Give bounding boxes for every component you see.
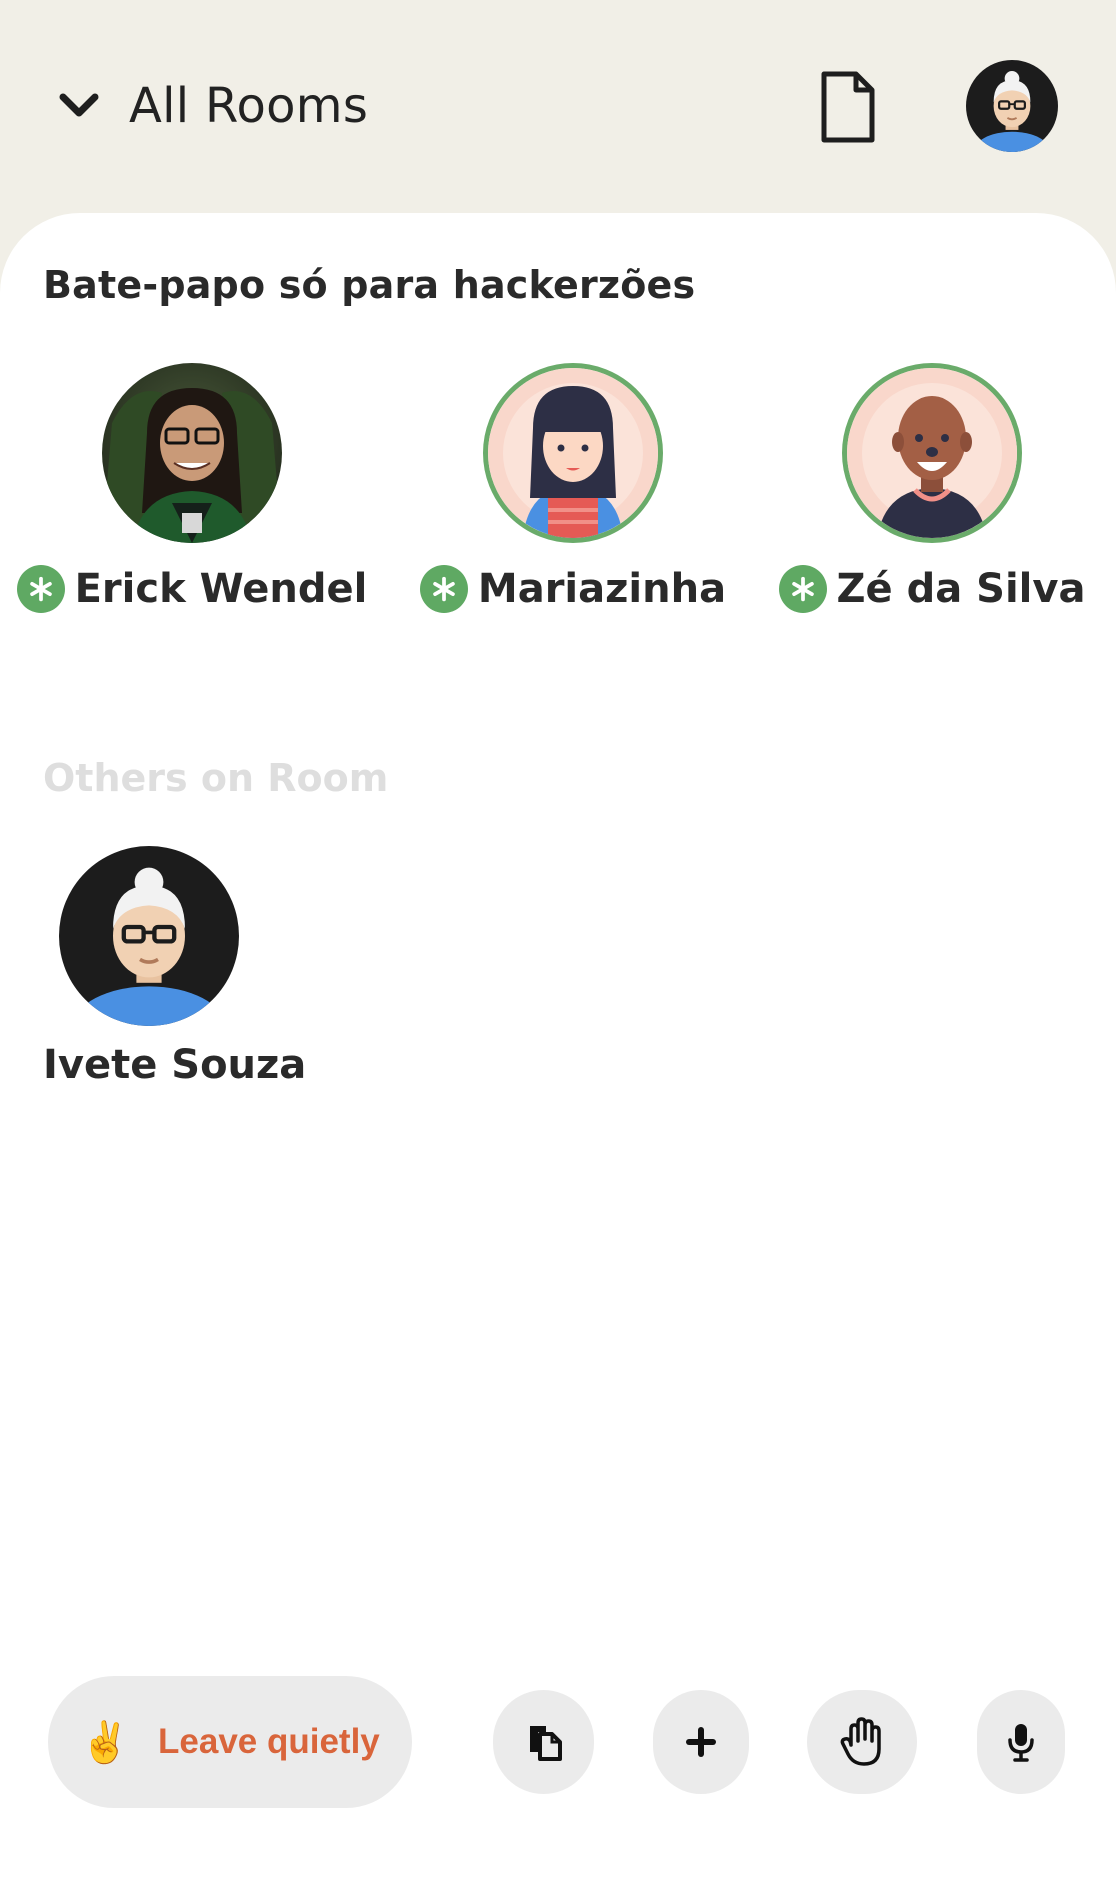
header: All Rooms (0, 0, 1116, 215)
rooms-title: All Rooms (129, 78, 369, 134)
listener-name: Ivete Souza (43, 1042, 307, 1088)
leave-quietly-button[interactable]: ✌️ Leave quietly (48, 1676, 412, 1808)
avatar[interactable] (483, 363, 663, 543)
speaker-mariazinha: Mariazinha (413, 363, 733, 613)
moderator-badge-icon (16, 565, 65, 613)
others-section-title: Others on Room (43, 756, 389, 800)
illustrated-avatar-icon (847, 368, 1017, 538)
add-button[interactable] (653, 1690, 749, 1794)
all-rooms-toggle[interactable]: All Rooms (55, 76, 368, 136)
share-icon (529, 1726, 562, 1761)
photo-avatar-icon (102, 363, 282, 543)
listener-ivete-souza: Ivete Souza (43, 846, 307, 1088)
speaker-name: Mariazinha (477, 566, 727, 612)
speaker-ze-da-silva: Zé da Silva (772, 363, 1092, 613)
room-card: Bate-papo só para hackerzões Erick Wende… (0, 213, 1116, 1903)
document-icon[interactable] (818, 68, 878, 146)
share-button[interactable] (493, 1690, 594, 1794)
illustrated-avatar-icon (488, 368, 658, 538)
leave-label: Leave quietly (158, 1722, 380, 1761)
plus-icon (686, 1727, 716, 1757)
microphone-button[interactable] (977, 1690, 1065, 1794)
speaker-erick-wendel: Erick Wendel (16, 363, 367, 613)
speaker-name: Erick Wendel (74, 566, 368, 612)
moderator-badge-icon (778, 565, 827, 613)
avatar-ivete-souza-icon (59, 846, 239, 1026)
profile-avatar[interactable] (966, 60, 1058, 152)
chevron-down-icon (59, 93, 99, 117)
speaker-name: Zé da Silva (836, 566, 1086, 612)
avatar[interactable] (59, 846, 239, 1026)
peace-hand-icon: ✌️ (80, 1719, 131, 1766)
avatar[interactable] (102, 363, 282, 543)
raise-hand-icon (840, 1717, 881, 1766)
avatar-ivete-souza-icon (966, 60, 1058, 152)
raise-hand-button[interactable] (807, 1690, 917, 1794)
moderator-badge-icon (419, 565, 468, 613)
microphone-icon (1008, 1724, 1034, 1762)
avatar[interactable] (842, 363, 1022, 543)
room-title: Bate-papo só para hackerzões (43, 263, 696, 307)
